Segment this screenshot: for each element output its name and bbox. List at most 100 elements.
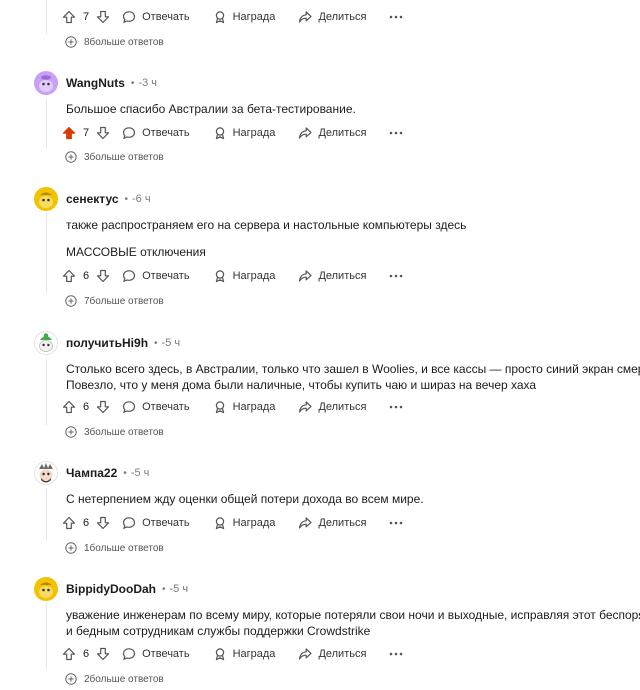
award-icon	[212, 268, 228, 284]
award-label: Награда	[232, 11, 276, 23]
vote-group: 6	[61, 646, 111, 662]
reply-button[interactable]: Отвечать	[121, 515, 190, 531]
more-replies-button[interactable]: 7больше ответов	[65, 292, 164, 310]
thread-line	[46, 0, 47, 34]
award-button[interactable]: Награда	[212, 9, 276, 25]
downvote-icon[interactable]	[95, 125, 111, 141]
plus-circle-icon	[65, 542, 77, 554]
share-button[interactable]: Делиться	[297, 125, 366, 141]
comment-text-line: Большое спасибо Австралии за бета-тестир…	[66, 102, 356, 116]
downvote-icon[interactable]	[95, 9, 111, 25]
comment-text-line: Столько всего здесь, в Австралии, только…	[66, 362, 640, 376]
award-label: Награда	[232, 270, 276, 282]
avatar[interactable]	[34, 187, 58, 211]
more-replies-button[interactable]: 8больше ответов	[65, 33, 164, 51]
downvote-icon[interactable]	[95, 268, 111, 284]
avatar[interactable]	[34, 461, 58, 485]
more-replies-label: 3больше ответов	[84, 151, 164, 163]
comment-text-line: Повезло, что у меня дома были наличные, …	[66, 378, 537, 392]
more-options-icon[interactable]	[388, 9, 404, 25]
reply-label: Отвечать	[142, 648, 190, 660]
comment: сенектус • -6 ч также распространяем его…	[0, 186, 640, 311]
comment: WangNuts • -3 ч Большое спасибо Австрали…	[0, 70, 640, 170]
separator-dot: •	[123, 467, 127, 479]
reply-button[interactable]: Отвечать	[121, 268, 190, 284]
share-label: Делиться	[318, 648, 367, 660]
separator-dot: •	[162, 583, 166, 595]
more-replies-button[interactable]: 3больше ответов	[65, 423, 164, 441]
author-name[interactable]: получитьHi9h	[66, 336, 148, 350]
plus-circle-icon	[65, 426, 77, 438]
share-button[interactable]: Делиться	[297, 9, 366, 25]
share-button[interactable]: Делиться	[297, 268, 366, 284]
avatar[interactable]	[34, 577, 58, 601]
comment-bubble-icon	[121, 399, 137, 415]
vote-count: 7	[83, 127, 90, 139]
avatar[interactable]	[34, 71, 58, 95]
reply-button[interactable]: Отвечать	[121, 399, 190, 415]
share-button[interactable]: Делиться	[297, 646, 366, 662]
share-button[interactable]: Делиться	[297, 515, 366, 531]
upvote-icon[interactable]	[61, 399, 77, 415]
reply-button[interactable]: Отвечать	[121, 9, 190, 25]
upvote-icon[interactable]	[61, 125, 77, 141]
share-button[interactable]: Делиться	[297, 399, 366, 415]
comment-text-line: МАССОВЫЕ отключения	[66, 245, 206, 259]
reply-label: Отвечать	[142, 11, 190, 23]
downvote-icon[interactable]	[95, 399, 111, 415]
comment-action-bar: 7 Отвечать Награда Делиться	[61, 6, 404, 28]
share-label: Делиться	[318, 401, 367, 413]
avatar[interactable]	[34, 331, 58, 355]
more-options-icon[interactable]	[388, 268, 404, 284]
more-replies-button[interactable]: 1больше ответов	[65, 539, 164, 557]
comment: получитьHi9h • -5 ч Столько всего здесь,…	[0, 330, 640, 442]
more-options-icon[interactable]	[388, 646, 404, 662]
vote-count: 6	[83, 270, 90, 282]
plus-circle-icon	[65, 36, 77, 48]
share-label: Делиться	[318, 11, 367, 23]
more-options-icon[interactable]	[388, 125, 404, 141]
reply-label: Отвечать	[142, 517, 190, 529]
award-button[interactable]: Награда	[212, 646, 275, 662]
share-label: Делиться	[318, 270, 367, 282]
downvote-icon[interactable]	[95, 646, 111, 662]
comment-text-line: уважение инженерам по всему миру, которы…	[66, 608, 640, 622]
timestamp: -5 ч	[130, 467, 150, 479]
share-icon	[297, 125, 313, 141]
share-icon	[297, 399, 313, 415]
vote-group: 7	[61, 9, 111, 25]
upvote-icon[interactable]	[61, 268, 77, 284]
vote-group: 6	[61, 399, 111, 415]
more-replies-button[interactable]: 3больше ответов	[65, 148, 164, 166]
author-name[interactable]: WangNuts	[66, 76, 125, 90]
author-name[interactable]: BippidyDooDah	[66, 582, 156, 596]
award-button[interactable]: Награда	[212, 515, 275, 531]
author-name[interactable]: Чампа22	[66, 466, 117, 480]
award-button[interactable]: Награда	[212, 399, 275, 415]
comment-header: WangNuts • -3 ч	[34, 70, 157, 96]
more-replies-button[interactable]: 2больше ответов	[65, 670, 164, 688]
reply-button[interactable]: Отвечать	[121, 125, 190, 141]
author-name[interactable]: сенектус	[66, 192, 119, 206]
upvote-icon[interactable]	[61, 515, 77, 531]
comment-header: сенектус • -6 ч	[34, 186, 151, 212]
upvote-icon[interactable]	[61, 646, 77, 662]
vote-count: 6	[83, 401, 90, 413]
share-label: Делиться	[318, 127, 367, 139]
award-button[interactable]: Награда	[212, 125, 275, 141]
upvote-icon[interactable]	[61, 9, 77, 25]
timestamp: -3 ч	[138, 77, 157, 89]
comment-bubble-icon	[121, 9, 137, 25]
comment-text-line: также распространяем его на сервера и на…	[66, 218, 467, 232]
award-icon	[212, 646, 228, 662]
reply-button[interactable]: Отвечать	[121, 646, 190, 662]
comment-bubble-icon	[121, 515, 137, 531]
more-replies-label: 7больше ответов	[84, 295, 164, 307]
more-options-icon[interactable]	[388, 399, 404, 415]
plus-circle-icon	[65, 151, 77, 163]
award-icon	[212, 515, 228, 531]
more-replies-label: 2больше ответов	[84, 673, 164, 685]
downvote-icon[interactable]	[95, 515, 111, 531]
award-button[interactable]: Награда	[212, 268, 276, 284]
more-options-icon[interactable]	[388, 515, 404, 531]
